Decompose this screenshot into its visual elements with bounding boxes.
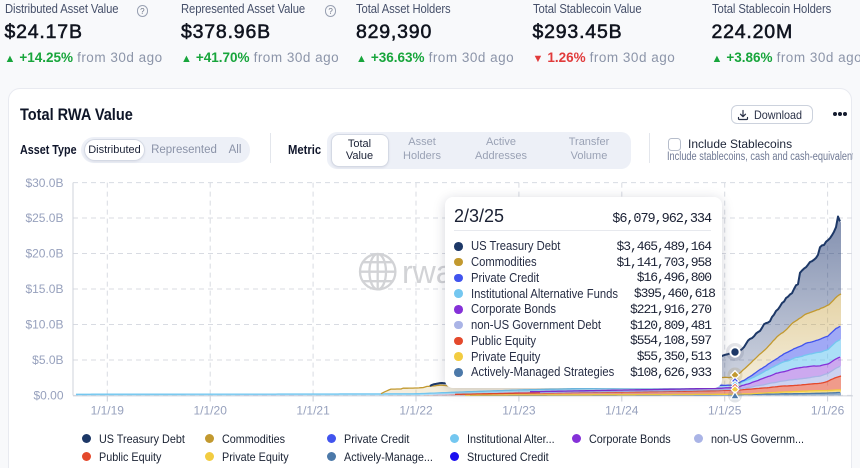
svg-text:1/1/22: 1/1/22 xyxy=(399,404,433,418)
svg-text:1/1/24: 1/1/24 xyxy=(605,404,639,418)
svg-text:$25.0B: $25.0B xyxy=(25,211,63,225)
svg-text:$0.00: $0.00 xyxy=(33,389,63,403)
svg-text:$5.0B: $5.0B xyxy=(32,353,63,367)
svg-text:$30.0B: $30.0B xyxy=(25,176,63,190)
svg-text:$20.0B: $20.0B xyxy=(25,247,63,261)
svg-text:1/1/25: 1/1/25 xyxy=(708,404,742,418)
svg-text:1/1/23: 1/1/23 xyxy=(502,404,536,418)
svg-text:1/1/26: 1/1/26 xyxy=(811,404,845,418)
svg-text:$15.0B: $15.0B xyxy=(25,282,63,296)
svg-text:1/1/19: 1/1/19 xyxy=(91,404,125,418)
svg-text:1/1/20: 1/1/20 xyxy=(194,404,228,418)
svg-text:1/1/21: 1/1/21 xyxy=(296,404,330,418)
svg-text:$10.0B: $10.0B xyxy=(25,318,63,332)
